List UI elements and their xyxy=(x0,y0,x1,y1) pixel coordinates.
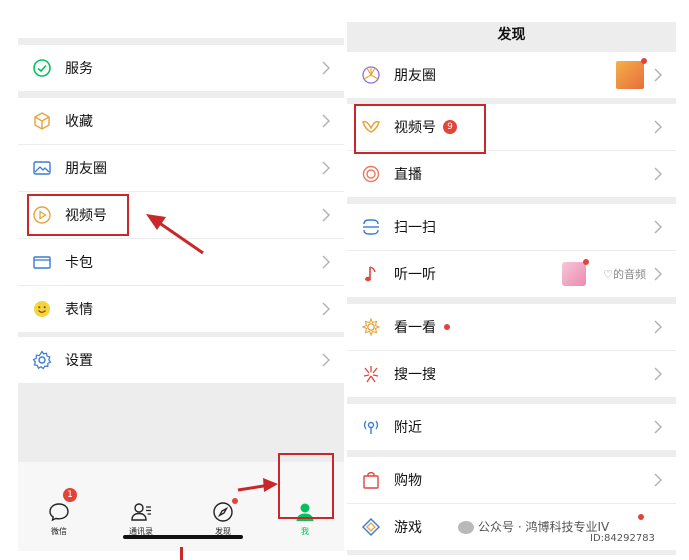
chevron-right-icon xyxy=(322,208,330,222)
sticker-icon xyxy=(34,301,50,317)
contacts-icon xyxy=(131,503,151,521)
new-content-dot xyxy=(638,514,644,520)
unread-badge: 1 xyxy=(63,488,77,502)
audio-avatar-thumbnail xyxy=(562,262,586,286)
listen-icon xyxy=(365,266,376,282)
shopping-icon xyxy=(363,471,379,489)
chevron-right-icon xyxy=(322,61,330,75)
menu-item-label: 直播 xyxy=(394,167,422,183)
menu-item-card-wallet[interactable]: 卡包 xyxy=(18,239,344,285)
discover-item-scan[interactable]: 扫一扫 xyxy=(347,204,676,250)
menu-item-label: 听一听 xyxy=(394,267,436,283)
service-icon xyxy=(33,59,51,77)
menu-item-label: 看一看 xyxy=(394,320,436,336)
highlight-box-me-tab xyxy=(278,453,334,519)
moments-avatar-thumbnail xyxy=(616,61,644,89)
discover-item-moments[interactable]: 朋友圈 xyxy=(347,52,676,98)
menu-item-label: 卡包 xyxy=(65,255,93,271)
menu-item-label: 收藏 xyxy=(65,114,93,130)
chevron-right-icon xyxy=(654,267,662,281)
home-indicator xyxy=(123,535,243,539)
tab-chats[interactable]: 1 微信 xyxy=(34,462,84,542)
page-title: 发现 xyxy=(497,27,526,43)
chevron-right-icon xyxy=(322,353,330,367)
menu-item-label: 游戏 xyxy=(394,520,422,536)
chevron-right-icon xyxy=(322,255,330,269)
watermark-id: ID:84292783 xyxy=(590,533,655,544)
settings-icon xyxy=(32,350,52,370)
wechat-logo-icon xyxy=(458,521,474,534)
new-content-dot xyxy=(232,498,238,504)
new-content-dot xyxy=(444,324,450,330)
chevron-right-icon xyxy=(322,302,330,316)
discover-item-search[interactable]: 搜一搜 xyxy=(347,351,676,397)
menu-item-sticker[interactable]: 表情 xyxy=(18,286,344,332)
discover-item-nearby[interactable]: 附近 xyxy=(347,404,676,450)
menu-item-label: 朋友圈 xyxy=(65,161,107,177)
chevron-right-icon xyxy=(654,68,662,82)
games-icon xyxy=(362,518,380,536)
menu-item-settings[interactable]: 设置 xyxy=(18,337,344,383)
search-icon xyxy=(363,366,379,383)
live-icon xyxy=(362,165,380,183)
discover-item-live[interactable]: 直播 xyxy=(347,151,676,197)
discover-icon xyxy=(213,502,233,522)
favorites-icon xyxy=(34,112,50,130)
chevron-right-icon xyxy=(322,114,330,128)
chevron-right-icon xyxy=(654,367,662,381)
new-content-dot xyxy=(583,259,589,265)
new-content-dot xyxy=(641,58,647,64)
card-wallet-icon xyxy=(33,256,51,269)
tab-contacts[interactable]: 通讯录 xyxy=(116,462,166,542)
chevron-right-icon xyxy=(322,161,330,175)
menu-item-service[interactable]: 服务 xyxy=(18,45,344,91)
tab-label: 我 xyxy=(301,527,309,536)
menu-item-label: 扫一扫 xyxy=(394,220,436,236)
chevron-right-icon xyxy=(654,120,662,134)
menu-item-label: 附近 xyxy=(394,420,422,436)
highlight-box-discover-channels xyxy=(354,104,486,154)
watermark-account-name: 公众号 · 鸿博科技专业IV xyxy=(458,518,609,535)
menu-item-label: 朋友圈 xyxy=(394,68,436,84)
discover-item-top-stories[interactable]: 看一看 xyxy=(347,304,676,350)
audio-status-text: ♡的音频 xyxy=(603,268,646,281)
menu-item-moments[interactable]: 朋友圈 xyxy=(18,145,344,191)
highlight-box-channels xyxy=(27,194,129,236)
menu-item-label: 购物 xyxy=(394,473,422,489)
tab-label: 微信 xyxy=(51,527,67,536)
nearby-icon xyxy=(363,420,379,434)
tab-discover[interactable]: 发现 xyxy=(198,462,248,542)
discover-item-listen[interactable]: 听一听 ♡的音频 xyxy=(347,251,676,297)
chevron-right-icon xyxy=(654,167,662,181)
menu-item-label: 表情 xyxy=(65,302,93,318)
moments-icon xyxy=(33,161,51,175)
menu-item-label: 设置 xyxy=(65,353,93,369)
chevron-right-icon xyxy=(654,320,662,334)
moments-icon xyxy=(362,66,380,84)
chevron-right-icon xyxy=(654,220,662,234)
menu-item-label: 搜一搜 xyxy=(394,367,436,383)
menu-item-label: 服务 xyxy=(65,61,93,77)
menu-item-favorites[interactable]: 收藏 xyxy=(18,98,344,144)
top-stories-icon xyxy=(361,317,381,337)
scan-icon xyxy=(363,219,379,235)
chevron-right-icon xyxy=(654,473,662,487)
chat-icon xyxy=(49,503,69,522)
discover-page-panel: 发现 朋友圈 视频号 9 直播 扫一扫 听一听 ♡的音频 看一看 搜一搜 附近 … xyxy=(347,22,676,555)
chevron-right-icon xyxy=(654,420,662,434)
discover-item-shopping[interactable]: 购物 xyxy=(347,457,676,503)
